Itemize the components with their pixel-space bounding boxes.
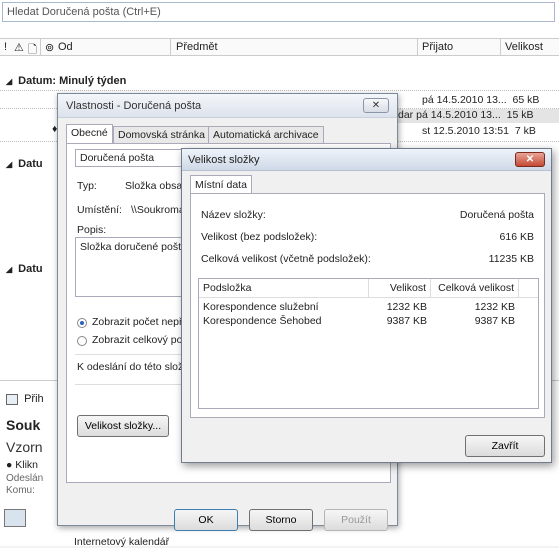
column-header: ! ⚠ 🗋 ⊚ Od Předmět Přijato Velikost bbox=[0, 38, 559, 56]
column-subfolder[interactable]: Podsložka bbox=[199, 279, 369, 297]
column-subject[interactable]: Předmět bbox=[176, 41, 218, 53]
type-value: Složka obsah bbox=[125, 180, 189, 192]
size-value: 616 KB bbox=[499, 231, 534, 243]
total-size-value: 11235 KB bbox=[488, 253, 534, 265]
collapse-triangle-icon[interactable]: ◢ bbox=[6, 160, 12, 169]
folder-name-value: Doručená pošta bbox=[459, 209, 534, 221]
dialog-title: Vlastnosti - Doručená pošta bbox=[66, 100, 202, 112]
subfolder-table: Podsložka Velikost Celková velikost Kore… bbox=[198, 278, 539, 409]
total-size-label: Celková velikost (včetně podsložek): bbox=[201, 253, 371, 265]
cancel-button[interactable]: Storno bbox=[249, 509, 313, 531]
group-header-2[interactable]: ◢ Datu bbox=[6, 158, 43, 170]
folder-size-button[interactable]: Velikost složky... bbox=[77, 415, 169, 437]
document-icon[interactable]: 🗋 bbox=[28, 41, 37, 60]
group-header-last-week[interactable]: ◢ Datum: Minulý týden bbox=[6, 75, 126, 87]
description-label: Popis: bbox=[77, 224, 107, 236]
search-input[interactable]: Hledat Doručená pošta (Ctrl+E) bbox=[2, 2, 555, 22]
collapse-triangle-icon[interactable]: ◢ bbox=[6, 265, 12, 274]
apply-button[interactable]: Použít bbox=[324, 509, 388, 531]
tab-local-data[interactable]: Místní data bbox=[190, 175, 252, 194]
collapse-triangle-icon[interactable]: ◢ bbox=[6, 77, 12, 86]
column-from[interactable]: Od bbox=[58, 41, 73, 53]
calendar-attachment-icon[interactable] bbox=[4, 509, 26, 530]
radio-unread-label: Zobrazit počet nepře bbox=[92, 316, 189, 328]
sent-label: Odeslán bbox=[6, 473, 44, 484]
radio-unread-count[interactable] bbox=[77, 318, 87, 328]
tab-general[interactable]: Obecné bbox=[66, 124, 113, 144]
list-item[interactable]: st 12.5.2010 13:51 7 kB bbox=[398, 125, 536, 139]
attachment-icon[interactable]: ⊚ bbox=[45, 41, 54, 54]
tab-auto-archive[interactable]: Automatická archivace bbox=[208, 126, 324, 143]
close-icon[interactable]: ✕ bbox=[515, 152, 545, 167]
dialog-title: Velikost složky bbox=[188, 154, 260, 166]
radio-total-label: Zobrazit celkový poč bbox=[92, 334, 188, 346]
importance-icon[interactable]: ! bbox=[4, 41, 7, 53]
dialog-titlebar[interactable]: Vlastnosti - Doručená pošta ✕ bbox=[58, 94, 397, 118]
folder-size-dialog: Velikost složky ✕ Místní data Název slož… bbox=[181, 148, 552, 463]
radio-total-count[interactable] bbox=[77, 336, 87, 346]
info-bar[interactable]: ● Klikn bbox=[6, 459, 38, 471]
ok-button[interactable]: OK bbox=[174, 509, 238, 531]
location-label: Umístění: bbox=[77, 204, 122, 216]
sender-name: Souk bbox=[6, 417, 41, 433]
list-item[interactable]: dar pá 14.5.2010 13... 15 kB bbox=[398, 109, 559, 123]
group-header-3[interactable]: ◢ Datu bbox=[6, 263, 43, 275]
close-button[interactable]: Zavřít bbox=[465, 435, 545, 457]
internet-calendar-label: Internetový kalendář bbox=[74, 536, 170, 548]
to-label: Komu: bbox=[6, 485, 35, 496]
column-received[interactable]: Přijato bbox=[422, 41, 453, 53]
type-label: Typ: bbox=[77, 180, 97, 192]
close-icon[interactable]: ✕ bbox=[363, 98, 389, 113]
dialog-titlebar[interactable]: Velikost složky ✕ bbox=[182, 149, 551, 171]
info-icon: ● bbox=[6, 459, 13, 471]
message-subject: Vzorn bbox=[6, 439, 43, 455]
list-item[interactable]: pá 14.5.2010 13... 65 kB bbox=[398, 94, 539, 108]
reminder-icon[interactable]: ⚠ bbox=[14, 41, 24, 54]
calendar-icon bbox=[6, 393, 18, 405]
calendar-info: Přih bbox=[6, 393, 44, 405]
size-label: Velikost (bez podsložek): bbox=[201, 231, 318, 243]
column-size[interactable]: Velikost bbox=[369, 279, 431, 297]
column-size[interactable]: Velikost bbox=[505, 41, 543, 53]
folder-name-label: Název složky: bbox=[201, 209, 266, 221]
column-total-size[interactable]: Celková velikost bbox=[431, 279, 519, 297]
send-to-folder-label: K odeslání do této složky bbox=[77, 361, 194, 373]
tab-home-page[interactable]: Domovská stránka bbox=[113, 126, 210, 143]
